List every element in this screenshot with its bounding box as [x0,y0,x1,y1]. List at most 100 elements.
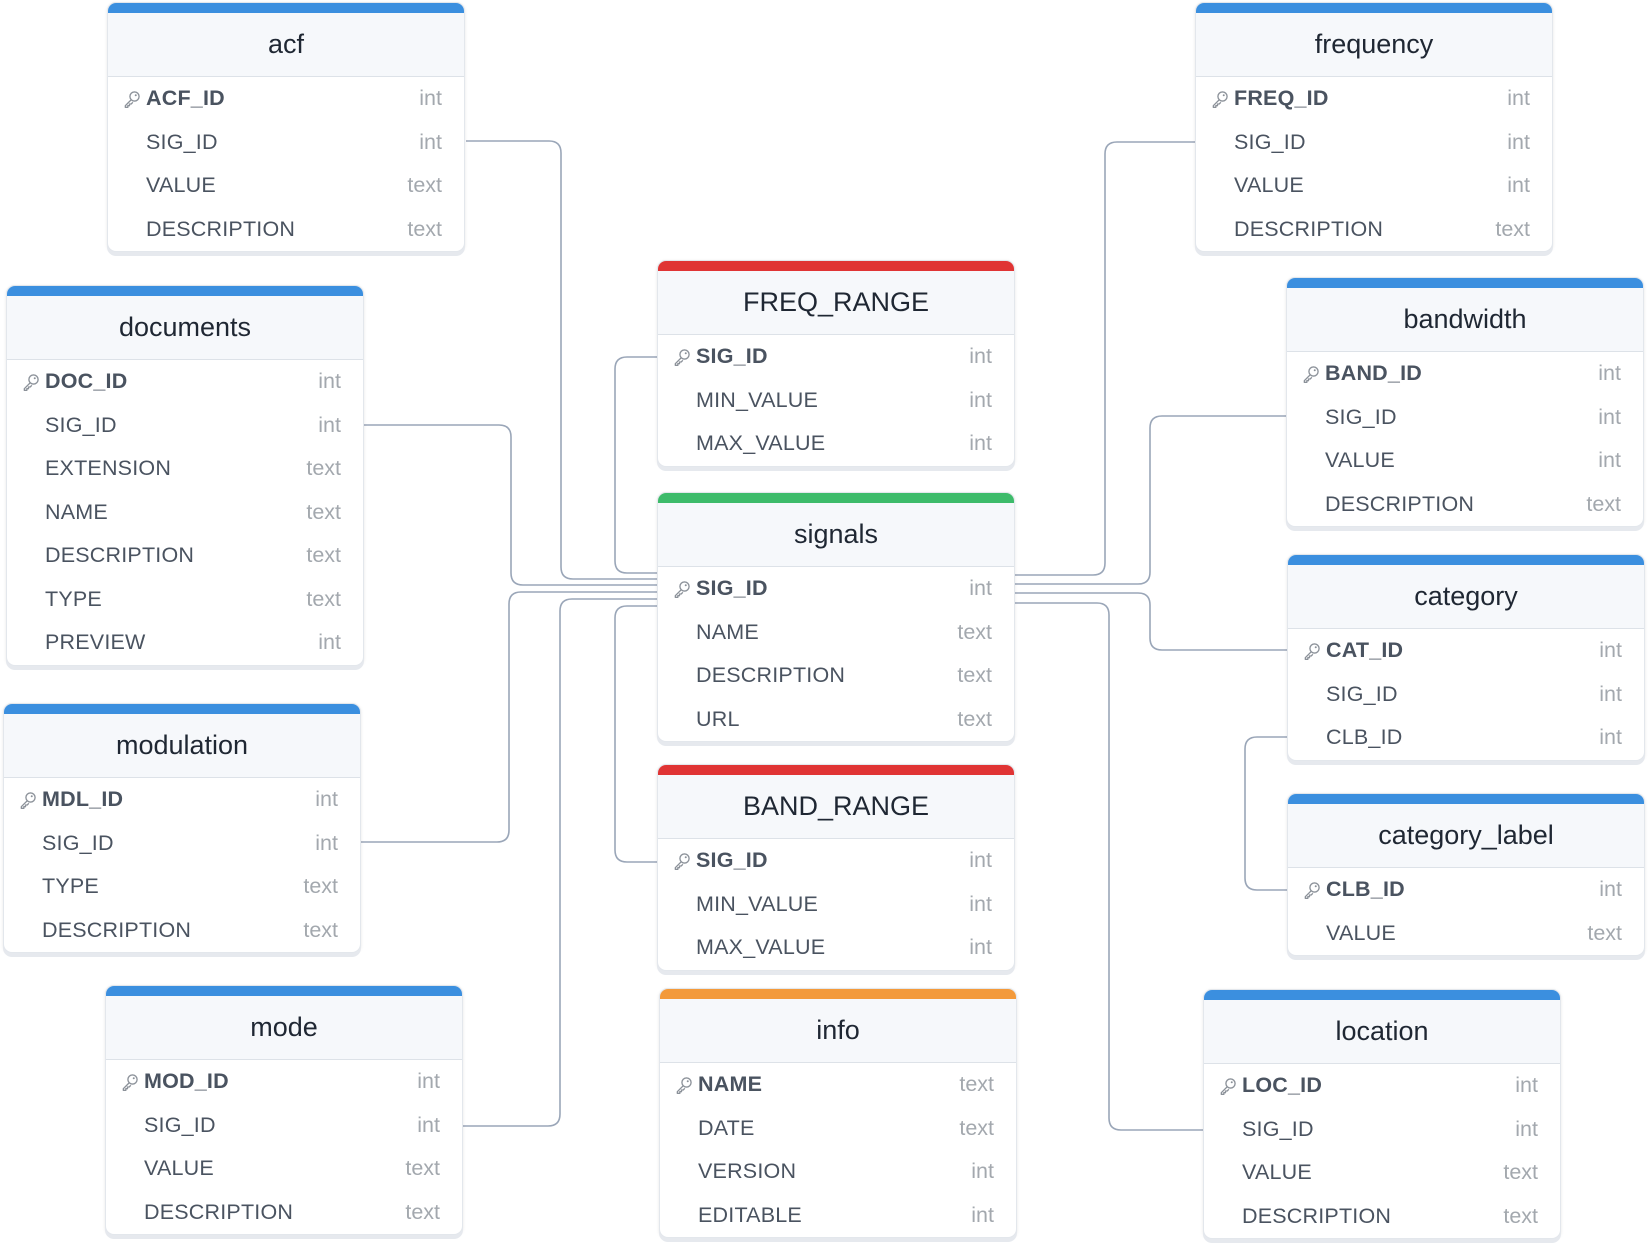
field-type: text [1503,1203,1538,1228]
table-title[interactable]: signals [658,503,1014,567]
field-row[interactable]: SIG_ID int [108,121,464,165]
field-row[interactable]: TYPE text [7,578,363,622]
primary-key-field-row[interactable]: CLB_ID int [1288,868,1644,912]
field-row[interactable]: DESCRIPTION text [108,208,464,252]
field-row[interactable]: SIG_ID int [1287,396,1643,440]
connector-documents-signals [364,424,657,586]
field-name: SIG_ID [144,1112,216,1137]
primary-key-field-row[interactable]: ACF_ID int [108,77,464,121]
table-title[interactable]: modulation [4,714,360,778]
field-type: int [419,86,442,111]
primary-key-field-row[interactable]: CAT_ID int [1288,629,1644,673]
table-documents[interactable]: documents DOC_ID int SIG_ID int EXTENSION text… [6,285,364,666]
field-row[interactable]: MIN_VALUE int [658,883,1014,927]
field-type: text [1586,491,1621,516]
table-mode[interactable]: mode MOD_ID int SIG_ID int VALUE text DESCRIPTI… [105,985,463,1235]
field-row[interactable]: DESCRIPTION text [4,909,360,953]
field-row[interactable]: MAX_VALUE int [658,926,1014,970]
field-row[interactable]: DESCRIPTION text [1287,483,1643,527]
field-row[interactable]: PREVIEW int [7,621,363,665]
field-row[interactable]: VALUE text [106,1147,462,1191]
field-row[interactable]: VALUE text [1288,912,1644,956]
field-row[interactable]: SIG_ID int [1204,1108,1560,1152]
table-accent-bar [1204,990,1560,1000]
field-row[interactable]: DESCRIPTION text [106,1191,462,1235]
primary-key-field-row[interactable]: SIG_ID int [658,335,1014,379]
table-band-range[interactable]: BAND_RANGE SIG_ID int MIN_VALUE int MAX_VALUE… [657,764,1015,971]
table-signals[interactable]: signals SIG_ID int NAME text DESCRIPTION text U… [657,492,1015,742]
table-modulation[interactable]: modulation MDL_ID int SIG_ID int TYPE text DESC… [3,703,361,953]
primary-key-field-row[interactable]: LOC_ID int [1204,1064,1560,1108]
field-name: EDITABLE [698,1202,802,1227]
field-type: text [959,1115,994,1140]
table-accent-bar [1288,794,1644,804]
field-type: int [969,935,992,960]
table-title[interactable]: location [1204,1000,1560,1064]
field-row[interactable]: EDITABLE int [660,1194,1016,1238]
field-name: DESCRIPTION [146,216,296,241]
field-type: int [318,369,341,394]
field-type: int [419,129,442,154]
primary-key-field-row[interactable]: BAND_ID int [1287,352,1643,396]
table-info[interactable]: info NAME text DATE text VERSION int EDITABLE in… [659,988,1017,1238]
key-icon [670,577,694,601]
field-row[interactable]: VALUE int [1196,164,1552,208]
primary-key-field-row[interactable]: MDL_ID int [4,778,360,822]
field-row[interactable]: SIG_ID int [4,822,360,866]
field-row[interactable]: NAME text [658,611,1014,655]
field-type: int [1599,638,1622,663]
table-title[interactable]: info [660,999,1016,1063]
field-row[interactable]: VALUE text [1204,1151,1560,1195]
table-title[interactable]: documents [7,296,363,360]
field-row[interactable]: EXTENSION text [7,447,363,491]
table-title[interactable]: BAND_RANGE [658,775,1014,839]
table-title[interactable]: category [1288,565,1644,629]
field-name: VALUE [146,173,216,198]
field-row[interactable]: MAX_VALUE int [658,422,1014,466]
table-title[interactable]: category_label [1288,804,1644,868]
field-row[interactable]: NAME text [7,491,363,535]
field-row[interactable]: DESCRIPTION text [658,654,1014,698]
table-frequency[interactable]: frequency FREQ_ID int SIG_ID int VALUE int DESC… [1195,2,1553,252]
table-freq-range[interactable]: FREQ_RANGE SIG_ID int MIN_VALUE int MAX_VALUE… [657,260,1015,467]
field-row[interactable]: SIG_ID int [1288,673,1644,717]
field-row[interactable]: VERSION int [660,1150,1016,1194]
primary-key-field-row[interactable]: NAME text [660,1063,1016,1107]
key-icon [670,345,694,369]
field-row[interactable]: DATE text [660,1107,1016,1151]
connector-category-label [1244,736,1287,891]
field-row[interactable]: CLB_ID int [1288,716,1644,760]
field-type: int [1599,877,1622,902]
table-bandwidth[interactable]: bandwidth BAND_ID int SIG_ID int VALUE int DESC… [1286,277,1644,527]
field-row[interactable]: VALUE text [108,164,464,208]
field-row[interactable]: MIN_VALUE int [658,379,1014,423]
table-title[interactable]: bandwidth [1287,288,1643,352]
field-row[interactable]: DESCRIPTION text [7,534,363,578]
field-row[interactable]: SIG_ID int [106,1104,462,1148]
field-row[interactable]: VALUE int [1287,439,1643,483]
field-name: DOC_ID [45,369,128,394]
table-title[interactable]: FREQ_RANGE [658,271,1014,335]
table-title[interactable]: mode [106,996,462,1060]
primary-key-field-row[interactable]: SIG_ID int [658,839,1014,883]
field-row[interactable]: DESCRIPTION text [1204,1195,1560,1239]
table-title[interactable]: frequency [1196,13,1552,77]
field-row[interactable]: TYPE text [4,865,360,909]
primary-key-field-row[interactable]: MOD_ID int [106,1060,462,1104]
key-icon [1299,362,1323,386]
table-accent-bar [1288,555,1644,565]
table-title[interactable]: acf [108,13,464,77]
primary-key-field-row[interactable]: DOC_ID int [7,360,363,404]
table-category[interactable]: category CAT_ID int SIG_ID int CLB_ID int [1287,554,1645,761]
field-row[interactable]: URL text [658,698,1014,742]
primary-key-field-row[interactable]: SIG_ID int [658,567,1014,611]
table-location[interactable]: location LOC_ID int SIG_ID int VALUE text DESCR… [1203,989,1561,1239]
field-row[interactable]: SIG_ID int [1196,121,1552,165]
key-icon [19,370,43,394]
connector-band-range-signals [614,605,657,863]
primary-key-field-row[interactable]: FREQ_ID int [1196,77,1552,121]
field-row[interactable]: SIG_ID int [7,404,363,448]
table-acf[interactable]: acf ACF_ID int SIG_ID int VALUE text DESCRIPTIO… [107,2,465,252]
field-row[interactable]: DESCRIPTION text [1196,208,1552,252]
table-category-label[interactable]: category_label CLB_ID int VALUE text [1287,793,1645,956]
